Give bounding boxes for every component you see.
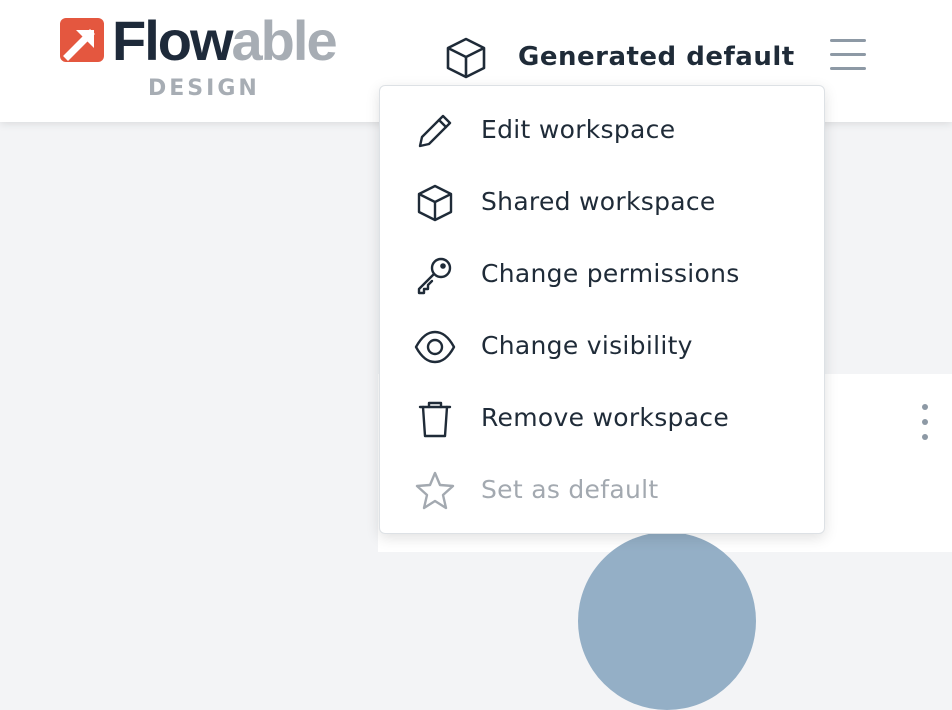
cube-icon [446, 37, 486, 79]
eye-icon [414, 330, 456, 364]
flowable-design-logo[interactable]: Flowable DESIGN [58, 9, 368, 108]
trash-icon [418, 401, 452, 438]
avatar [578, 532, 756, 710]
workspace-name: Generated default [518, 42, 795, 72]
menu-item-label: Change visibility [481, 331, 693, 360]
menu-item-shared-workspace[interactable]: Shared workspace [380, 173, 824, 233]
key-icon [417, 257, 452, 295]
logo-word-dark: Flow [112, 9, 234, 72]
logo-subtitle: DESIGN [148, 76, 260, 101]
menu-item-label: Edit workspace [481, 115, 676, 144]
hamburger-menu-icon[interactable] [828, 36, 868, 74]
menu-item-label: Set as default [481, 475, 659, 504]
cube-icon [417, 184, 453, 222]
logo-word-light: able [231, 9, 338, 72]
menu-item-change-visibility[interactable]: Change visibility [380, 317, 824, 377]
workspace-actions-menu: Edit workspace Shared workspace Change p… [379, 85, 825, 534]
logo-wordmark: Flowable [112, 8, 338, 74]
menu-item-label: Shared workspace [481, 187, 716, 216]
menu-item-set-as-default[interactable]: Set as default [380, 461, 824, 521]
pencil-icon [418, 114, 452, 148]
menu-item-label: Change permissions [481, 259, 740, 288]
flowable-logo-mark-icon [60, 18, 104, 62]
menu-item-edit-workspace[interactable]: Edit workspace [380, 101, 824, 161]
kebab-menu-icon[interactable] [918, 402, 932, 444]
menu-item-remove-workspace[interactable]: Remove workspace [380, 389, 824, 449]
star-icon [415, 471, 455, 510]
menu-item-change-permissions[interactable]: Change permissions [380, 245, 824, 305]
menu-item-label: Remove workspace [481, 403, 730, 432]
